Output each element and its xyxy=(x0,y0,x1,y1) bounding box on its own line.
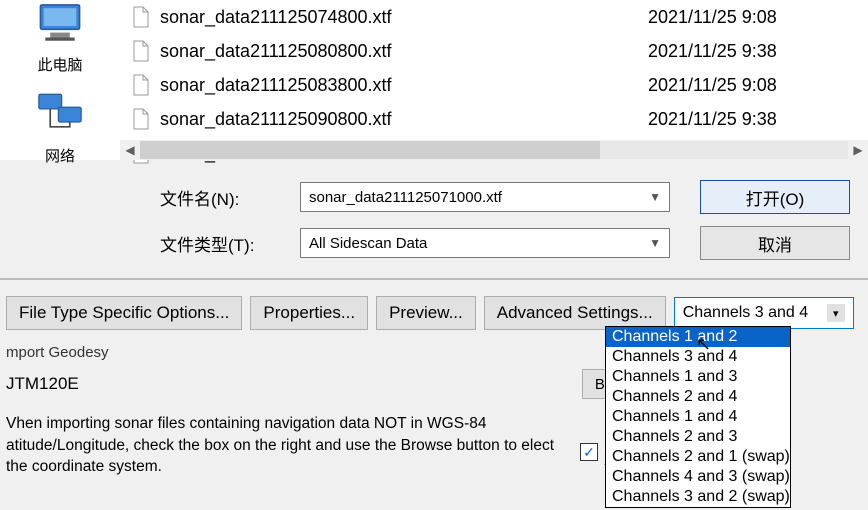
channel-option[interactable]: Channels 1 and 4 xyxy=(606,407,790,427)
file-date: 2021/11/25 9:08 xyxy=(648,7,868,28)
places-sidebar: 此电脑 网络 xyxy=(0,0,120,160)
channel-option[interactable]: Channels 3 and 2 (swap) xyxy=(606,487,790,507)
file-date: 2021/11/25 9:38 xyxy=(648,41,868,62)
chevron-down-icon: ▼ xyxy=(649,236,661,250)
horizontal-scrollbar[interactable]: ◀ ▶ xyxy=(120,140,868,160)
channel-option[interactable]: Channels 4 and 3 (swap) xyxy=(606,467,790,487)
channel-option[interactable]: Channels 1 and 2 xyxy=(606,327,790,347)
scroll-thumb[interactable] xyxy=(140,141,600,159)
preview-button[interactable]: Preview... xyxy=(376,296,476,330)
advanced-settings-button[interactable]: Advanced Settings... xyxy=(484,296,666,330)
geodesy-utm-value: JTM120E xyxy=(6,370,582,398)
scroll-right-arrow[interactable]: ▶ xyxy=(848,140,868,160)
file-list[interactable]: sonar_data211125074800.xtf 2021/11/25 9:… xyxy=(120,0,868,160)
file-date: 2021/11/25 9:38 xyxy=(648,109,868,130)
channel-option[interactable]: Channels 2 and 3 xyxy=(606,427,790,447)
network-icon[interactable] xyxy=(0,91,120,143)
file-row[interactable]: sonar_data211125090800.xtf 2021/11/25 9:… xyxy=(130,102,868,136)
channels-dropdown-list[interactable]: Channels 1 and 2 Channels 3 and 4 Channe… xyxy=(605,326,791,508)
channel-option[interactable]: Channels 3 and 4 xyxy=(606,347,790,367)
file-icon xyxy=(130,4,152,30)
geodesy-help-text: Vhen importing sonar files containing na… xyxy=(6,413,566,478)
channels-selected: Channels 3 and 4 xyxy=(683,304,808,322)
filename-value: sonar_data211125071000.xtf xyxy=(309,189,502,206)
file-name: sonar_data211125083800.xtf xyxy=(160,75,648,96)
file-row[interactable]: sonar_data211125083800.xtf 2021/11/25 9:… xyxy=(130,68,868,102)
scroll-track[interactable] xyxy=(140,141,848,159)
network-label[interactable]: 网络 xyxy=(0,145,120,166)
scroll-left-arrow[interactable]: ◀ xyxy=(120,140,140,160)
channel-option[interactable]: Channels 2 and 1 (swap) xyxy=(606,447,790,467)
channel-option[interactable]: Channels 2 and 4 xyxy=(606,387,790,407)
properties-button[interactable]: Properties... xyxy=(250,296,368,330)
file-name: sonar_data211125090800.xtf xyxy=(160,109,648,130)
this-pc-icon[interactable] xyxy=(0,0,120,52)
filetype-combobox[interactable]: All Sidescan Data ▼ xyxy=(300,228,670,258)
nav-override-checkbox[interactable]: ✓ xyxy=(580,443,598,461)
this-pc-label[interactable]: 此电脑 xyxy=(0,54,120,75)
chevron-down-icon: ▾ xyxy=(827,304,845,322)
chevron-down-icon: ▼ xyxy=(649,190,661,204)
channel-option[interactable]: Channels 1 and 3 xyxy=(606,367,790,387)
file-date: 2021/11/25 9:08 xyxy=(648,75,868,96)
filetype-value: All Sidescan Data xyxy=(309,235,427,252)
file-type-options-button[interactable]: File Type Specific Options... xyxy=(6,296,242,330)
filetype-label: 文件类型(T): xyxy=(160,231,300,256)
file-name: sonar_data211125080800.xtf xyxy=(160,41,648,62)
file-row[interactable]: sonar_data211125074800.xtf 2021/11/25 9:… xyxy=(130,0,868,34)
file-icon xyxy=(130,72,152,98)
file-name: sonar_data211125074800.xtf xyxy=(160,7,648,28)
file-icon xyxy=(130,38,152,64)
channels-combobox[interactable]: Channels 3 and 4 ▾ xyxy=(674,297,854,329)
filename-label: 文件名(N): xyxy=(160,185,300,210)
file-row[interactable]: sonar_data211125080800.xtf 2021/11/25 9:… xyxy=(130,34,868,68)
open-button[interactable]: 打开(O) xyxy=(700,180,850,214)
file-icon xyxy=(130,106,152,132)
filename-combobox[interactable]: sonar_data211125071000.xtf ▼ xyxy=(300,182,670,212)
cancel-button[interactable]: 取消 xyxy=(700,226,850,260)
